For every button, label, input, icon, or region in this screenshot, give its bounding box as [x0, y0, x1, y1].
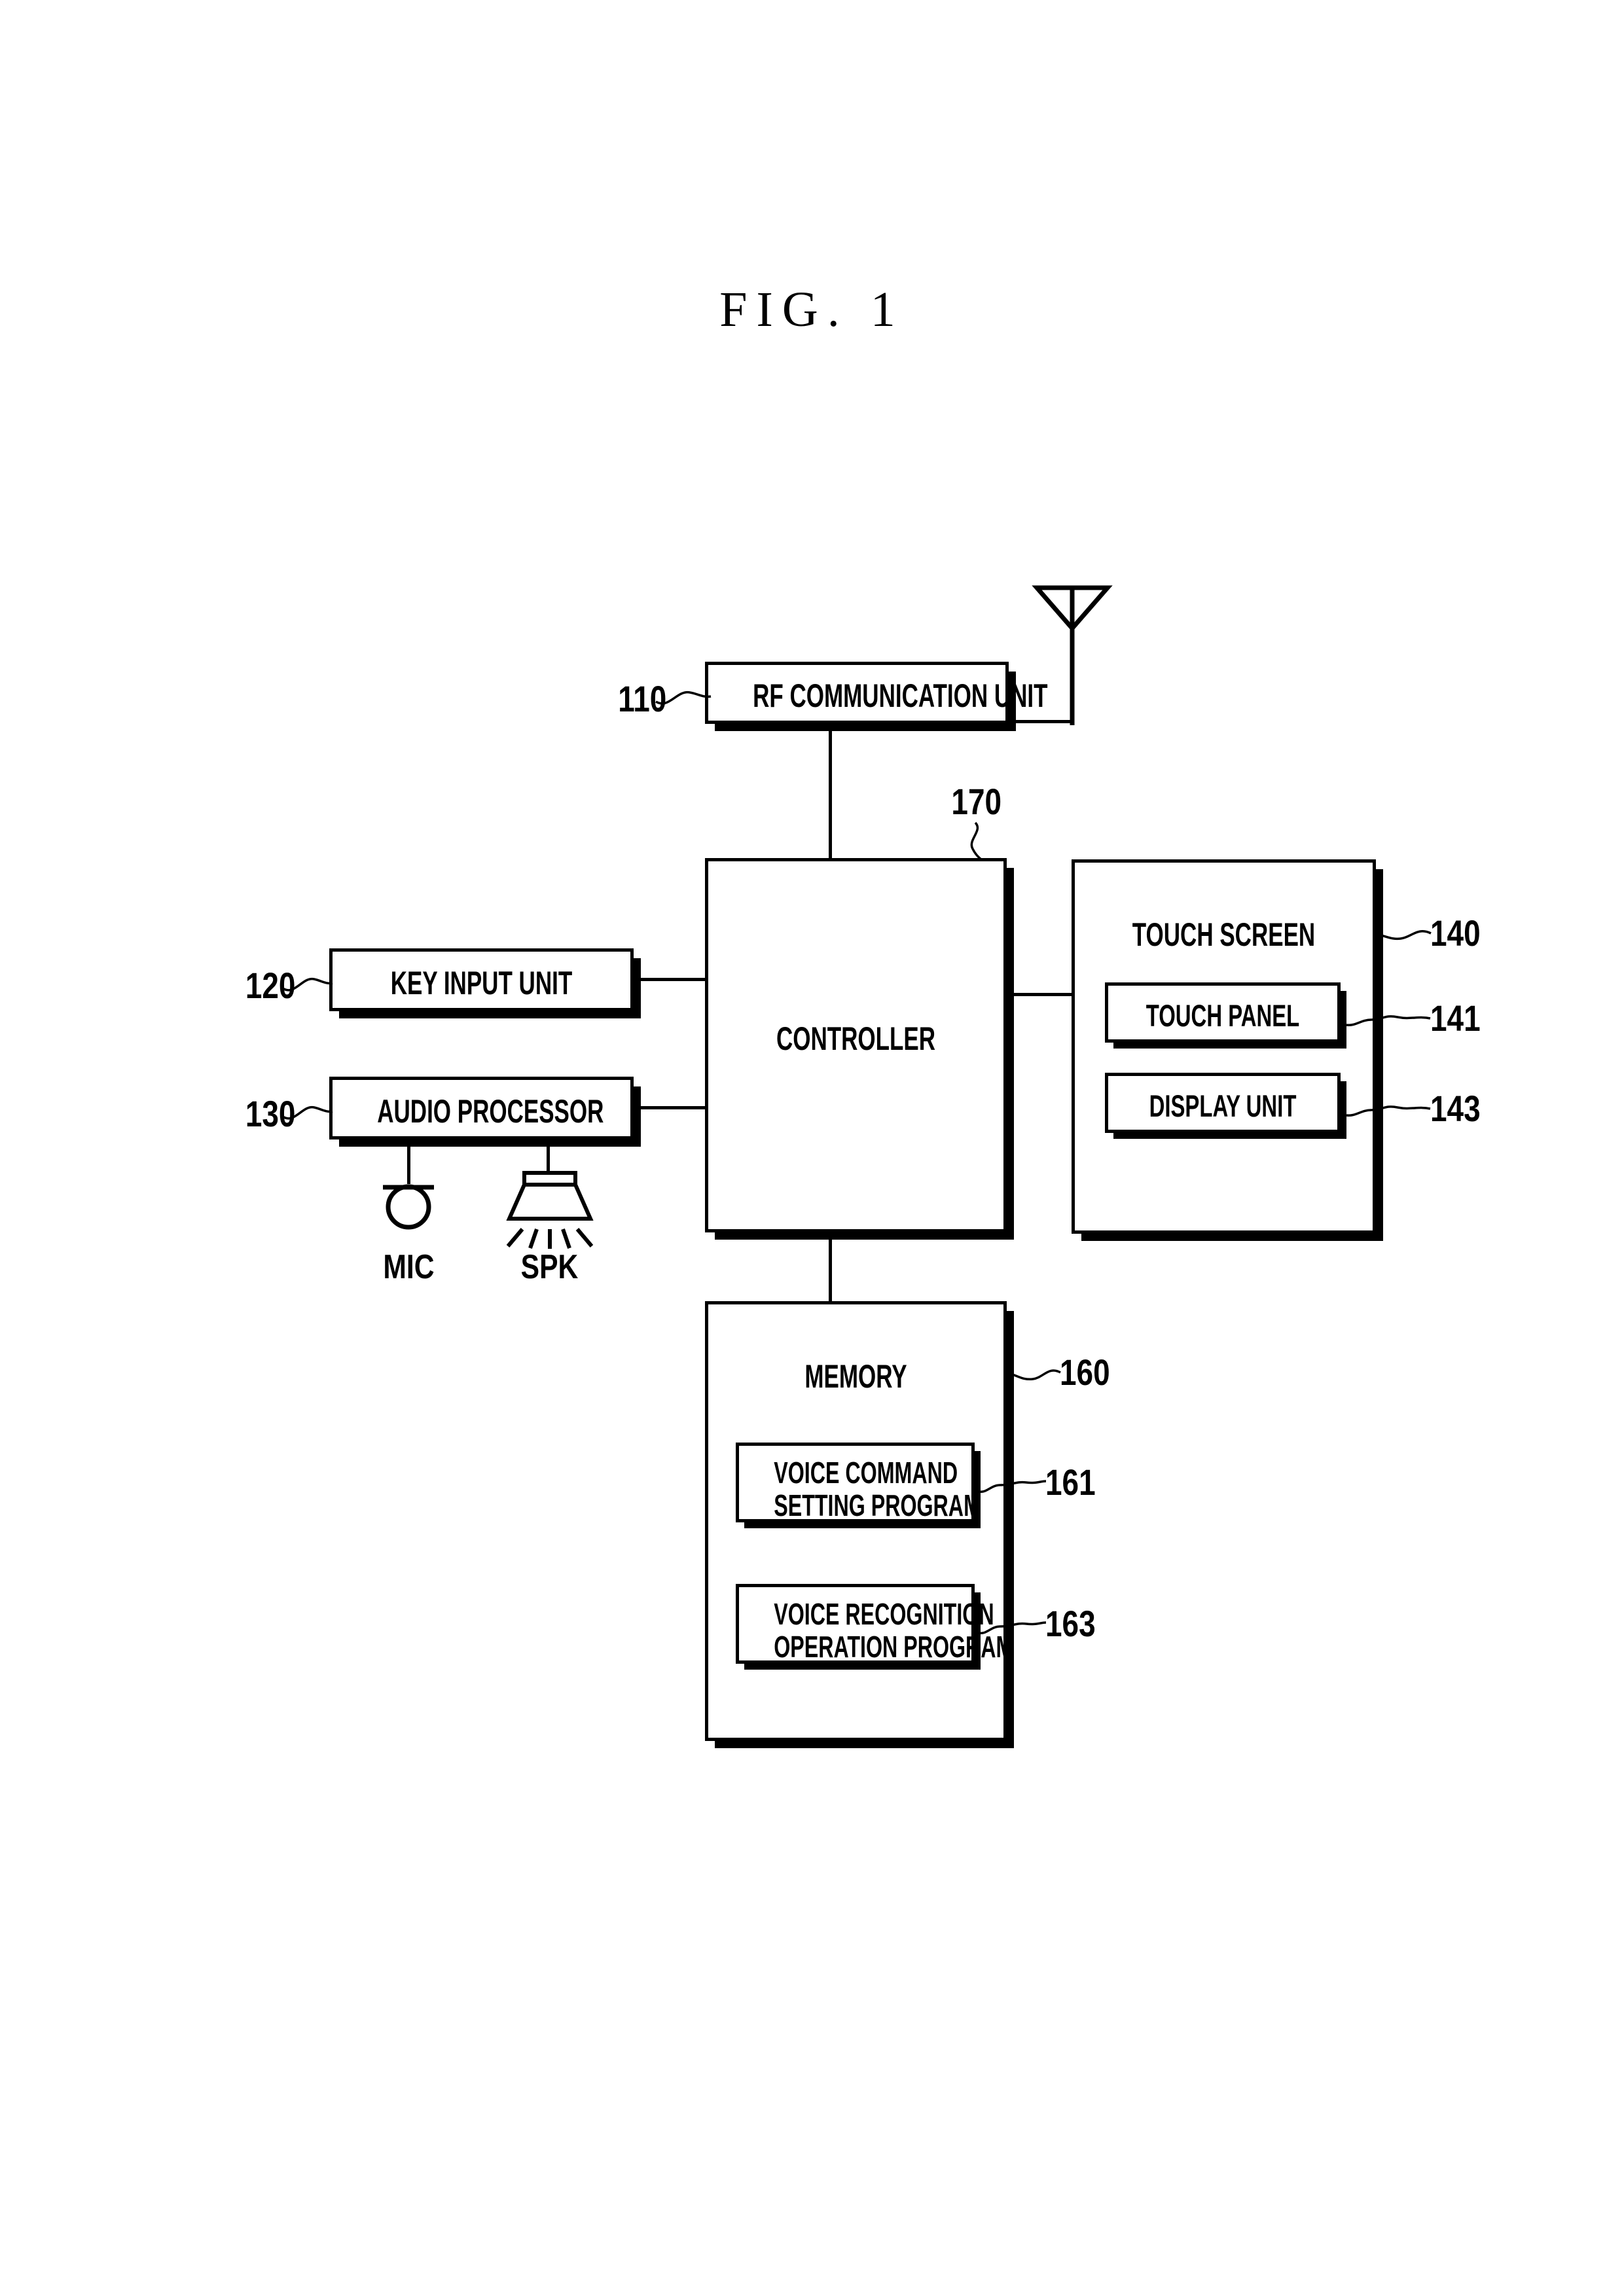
leader-line-170	[970, 821, 983, 861]
ref-141: 141	[1430, 997, 1481, 1039]
figure-canvas: FIG. 1 RF COMMUNICATION UNIT 110 CONTROL…	[0, 0, 1624, 2296]
block-label-key-input-unit: KEY INPUT UNIT	[390, 965, 573, 1001]
microphone-icon	[383, 1184, 434, 1230]
block-voice-command-setting-program[interactable]: VOICE COMMAND SETTING PROGRAM	[736, 1443, 981, 1522]
leader-line-143	[1346, 1105, 1431, 1117]
ref-130: 130	[245, 1093, 296, 1134]
ref-163: 163	[1045, 1603, 1096, 1644]
block-key-input-unit[interactable]: KEY INPUT UNIT	[329, 948, 634, 1011]
leader-line-140	[1377, 930, 1432, 941]
block-display-unit[interactable]: DISPLAY UNIT	[1105, 1073, 1341, 1133]
ref-143: 143	[1430, 1088, 1481, 1129]
block-label-memory: MEMORY	[804, 1358, 907, 1395]
block-rf-communication-unit[interactable]: RF COMMUNICATION UNIT	[705, 662, 1048, 724]
ref-161: 161	[1045, 1462, 1096, 1503]
block-touch-screen[interactable]: TOUCH SCREEN	[1072, 859, 1376, 1234]
block-label-controller: CONTROLLER	[776, 1020, 936, 1057]
block-label-touch-screen: TOUCH SCREEN	[1132, 916, 1316, 953]
block-label-touch-panel: TOUCH PANEL	[1146, 998, 1300, 1033]
block-label-voice-recognition-operation-program-line1: VOICE RECOGNITION	[774, 1597, 994, 1631]
block-audio-processor[interactable]: AUDIO PROCESSOR	[329, 1077, 634, 1139]
block-controller[interactable]: CONTROLLER	[705, 858, 1007, 1232]
ref-140: 140	[1430, 912, 1481, 954]
block-label-audio-processor: AUDIO PROCESSOR	[377, 1093, 604, 1130]
figure-title: FIG. 1	[719, 282, 905, 337]
link-rf-to-controller	[829, 724, 832, 860]
ref-160: 160	[1060, 1352, 1110, 1393]
ref-170: 170	[951, 781, 1002, 822]
mic-label: MIC	[383, 1248, 435, 1286]
block-label-voice-recognition-operation-program-line2: OPERATION PROGRAM	[774, 1630, 1014, 1664]
link-audio-processor-to-mic	[407, 1139, 410, 1184]
block-voice-recognition-operation-program[interactable]: VOICE RECOGNITION OPERATION PROGRAM	[736, 1584, 1014, 1664]
block-label-rf-communication-unit: RF COMMUNICATION UNIT	[753, 677, 1048, 714]
block-touch-panel[interactable]: TOUCH PANEL	[1105, 982, 1341, 1043]
speaker-icon	[506, 1171, 594, 1249]
leader-line-141	[1346, 1015, 1431, 1026]
leader-line-161	[979, 1480, 1047, 1493]
leader-line-163	[979, 1621, 1047, 1634]
link-audio-processor-to-controller	[632, 1106, 708, 1109]
block-label-voice-command-setting-program-line2: SETTING PROGRAM	[774, 1488, 981, 1522]
link-controller-to-memory	[829, 1232, 832, 1302]
leader-line-160	[1009, 1369, 1061, 1381]
ref-110: 110	[618, 678, 667, 719]
link-key-input-to-controller	[632, 978, 708, 981]
link-controller-to-touch-screen	[1005, 993, 1074, 996]
ref-120: 120	[245, 965, 296, 1006]
block-label-voice-command-setting-program-line1: VOICE COMMAND	[774, 1456, 958, 1490]
block-label-display-unit: DISPLAY UNIT	[1149, 1088, 1297, 1123]
spk-label: SPK	[520, 1248, 579, 1286]
